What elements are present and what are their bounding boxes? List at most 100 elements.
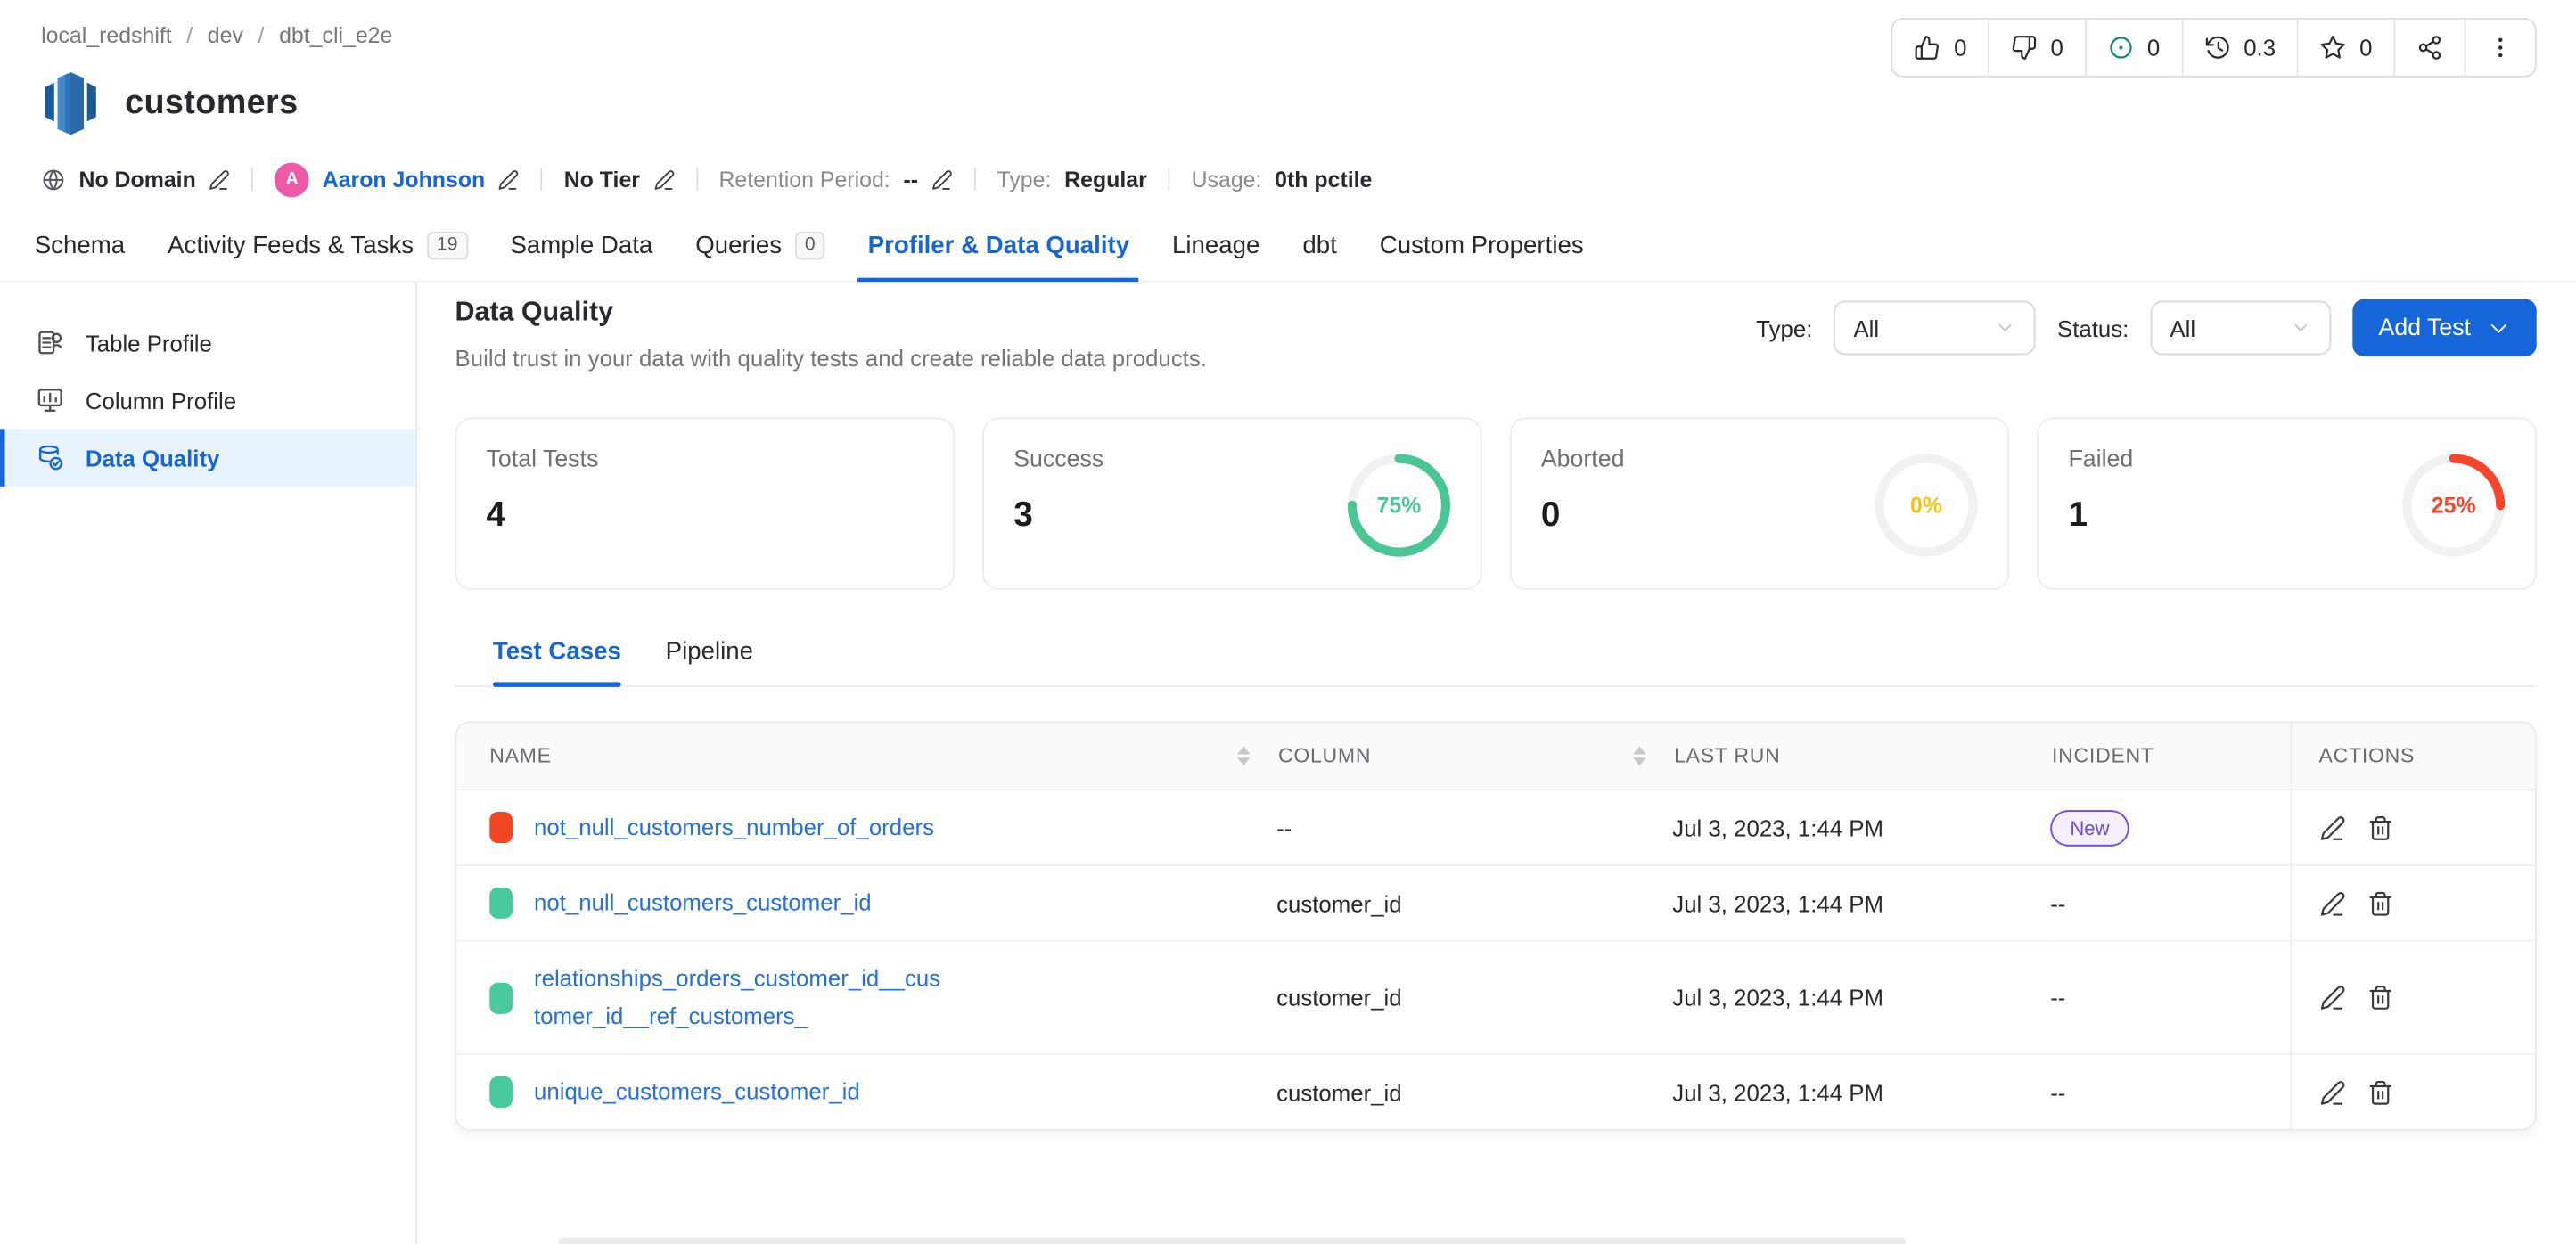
status-filter-label: Status: [2057,315,2129,341]
tab-activity-feeds[interactable]: Activity Feeds & Tasks19 [146,232,488,281]
column-profile-icon [37,386,64,413]
sort-column-icon[interactable] [1633,747,1646,766]
column-value: customer_id [1276,1055,1672,1130]
type-filter-select[interactable]: All [1834,300,2036,355]
test-status-indicator [489,888,513,919]
column-header-column: COLUMN [1278,745,1371,768]
history-icon [2204,35,2230,61]
column-value: -- [1276,790,1672,866]
delete-test-icon[interactable] [2367,1079,2392,1106]
incident-status-badge[interactable]: New [2050,810,2129,847]
section-heading-block: Data Quality Build trust in your data wi… [455,298,1342,375]
tab-schema[interactable]: Schema [13,232,146,281]
retention-meta: Retention Period: -- [718,167,952,192]
chevron-down-icon [2290,317,2311,339]
delete-test-icon[interactable] [2367,890,2392,917]
table-header-row: NAME COLUMN LAST RUN INCIDENT ACTIONS [456,724,2536,790]
owner-avatar[interactable]: A [275,162,309,197]
tab-test-cases[interactable]: Test Cases [493,638,621,685]
breadcrumb-schema[interactable]: dbt_cli_e2e [279,23,392,48]
sidebar-item-column-profile[interactable]: Column Profile [0,372,415,430]
last-run-value: Jul 3, 2023, 1:44 PM [1672,866,2050,942]
breadcrumb-database[interactable]: dev [208,23,279,48]
success-donut: 75% [1346,453,1453,560]
table-row: unique_customers_customer_id customer_id… [456,1055,2536,1130]
thumbs-down-icon [2011,35,2037,61]
tier-label: No Tier [564,167,640,192]
follow-count: 0 [2359,35,2372,61]
tab-lineage[interactable]: Lineage [1151,232,1281,281]
add-test-button[interactable]: Add Test [2352,299,2537,357]
upvote-count: 0 [1954,35,1966,61]
column-header-incident: INCIDENT [2052,745,2154,768]
table-row: not_null_customers_number_of_orders -- J… [456,790,2536,866]
thumbs-up-icon [1915,35,1940,61]
summary-cards: Total Tests 4 Success 3 75% Aborted 0 [455,418,2537,591]
table-profile-icon [37,329,64,356]
test-case-link[interactable]: not_null_customers_customer_id [534,885,872,922]
edit-test-icon[interactable] [2319,814,2345,841]
tab-queries[interactable]: Queries0 [674,232,846,281]
status-filter-select[interactable]: All [2150,300,2331,355]
owner-link[interactable]: Aaron Johnson [323,167,485,192]
test-case-link[interactable]: unique_customers_customer_id [534,1074,860,1111]
test-status-indicator [489,982,513,1013]
delete-test-icon[interactable] [2367,985,2392,1011]
card-value: 4 [487,497,923,536]
data-quality-icon [37,444,64,471]
test-case-link[interactable]: not_null_customers_number_of_orders [534,809,934,847]
aborted-percent: 0% [1873,453,1980,560]
tier-meta: No Tier [564,167,675,192]
test-status-indicator [489,1076,513,1108]
column-header-last-run: LAST RUN [1674,745,1780,768]
divider [974,168,976,191]
edit-owner-icon[interactable] [498,168,520,190]
incident-value: -- [2050,1055,2290,1130]
edit-test-icon[interactable] [2319,890,2345,917]
profiler-sidebar: Table Profile Column Profile Data Qualit… [0,282,417,1244]
tab-dbt[interactable]: dbt [1281,232,1358,281]
version-count: 0.3 [2244,35,2276,61]
tasks-count: 0 [2147,35,2160,61]
tab-pipeline[interactable]: Pipeline [666,638,753,685]
type-label: Type: [997,167,1052,192]
sidebar-item-table-profile[interactable]: Table Profile [0,314,415,372]
type-meta: Type: Regular [997,167,1147,192]
edit-test-icon[interactable] [2319,1079,2345,1106]
edit-retention-icon[interactable] [931,168,953,190]
usage-label: Usage: [1192,167,1262,192]
activity-count-badge: 19 [427,232,468,259]
horizontal-scrollbar[interactable] [559,1238,1906,1244]
delete-test-icon[interactable] [2367,814,2392,841]
entity-meta-row: No Domain A Aaron Johnson No Tier Retent… [0,142,2576,200]
redshift-icon [41,70,100,136]
tab-profiler-data-quality[interactable]: Profiler & Data Quality [847,232,1151,281]
sort-name-icon[interactable] [1237,747,1251,766]
kebab-icon [2487,35,2513,61]
edit-domain-icon[interactable] [209,168,231,190]
edit-test-icon[interactable] [2319,985,2345,1011]
table-row: not_null_customers_customer_id customer_… [456,866,2536,942]
breadcrumb: local_redshift dev dbt_cli_e2e [41,23,392,48]
test-case-link[interactable]: relationships_orders_customer_id__custom… [534,961,945,1036]
section-header: Data Quality Build trust in your data wi… [455,298,2537,375]
sidebar-item-data-quality[interactable]: Data Quality [0,429,415,487]
column-value: customer_id [1276,941,1672,1054]
retention-value: -- [903,167,918,192]
edit-tier-icon[interactable] [653,168,675,190]
aborted-card: Aborted 0 0% [1510,418,2009,591]
success-percent: 75% [1346,453,1453,560]
tab-custom-properties[interactable]: Custom Properties [1358,232,1605,281]
column-header-actions: ACTIONS [2319,745,2416,768]
type-filter-value: All [1853,315,1879,341]
divider [696,168,698,191]
tab-sample-data[interactable]: Sample Data [489,232,675,281]
entity-header: customers [0,59,2576,141]
section-title: Data Quality [455,298,1342,329]
owner-meta: A Aaron Johnson [275,162,520,197]
entity-tabs: Schema Activity Feeds & Tasks19 Sample D… [0,214,2576,282]
divider [541,168,543,191]
aborted-donut: 0% [1873,453,1980,560]
breadcrumb-service[interactable]: local_redshift [41,23,208,48]
content-area: Table Profile Column Profile Data Qualit… [0,282,2576,1244]
